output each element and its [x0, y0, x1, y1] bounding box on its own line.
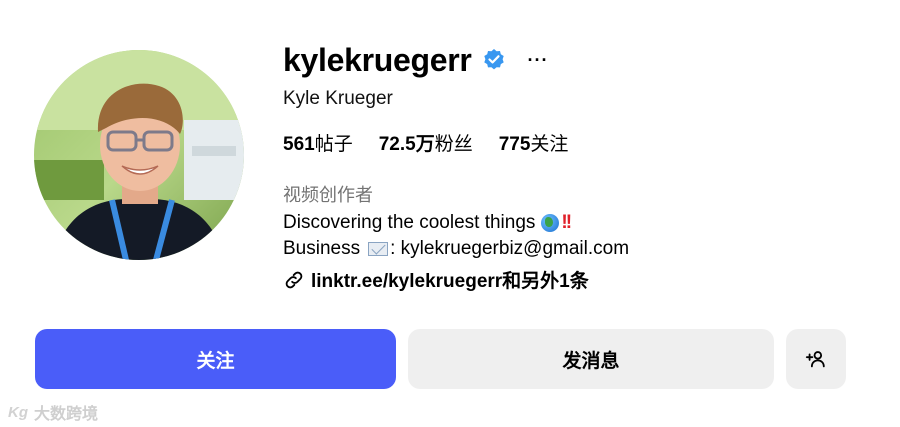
username: kylekruegerr: [283, 41, 472, 78]
follow-button-label: 关注: [196, 350, 235, 372]
profile-info: kylekruegerr ··· Kyle Krueger 561帖子 72.5…: [283, 36, 883, 293]
follow-button[interactable]: 关注: [35, 329, 396, 389]
more-options-icon[interactable]: ···: [528, 51, 549, 69]
bio-line-1: Discovering the coolest things !!: [283, 212, 572, 234]
avatar-image: [34, 50, 244, 260]
profile-page: kylekruegerr ··· Kyle Krueger 561帖子 72.5…: [0, 0, 900, 427]
bio-business-label: Business: [283, 238, 361, 259]
profile-link-text: linktr.ee/kylekruegerr和另外1条: [311, 271, 589, 292]
watermark: Kg 大数跨境: [8, 400, 98, 424]
bio-business-email: : kylekruegerbiz@gmail.com: [390, 238, 630, 259]
following-count: 775: [498, 134, 531, 155]
add-person-icon: [805, 351, 825, 368]
double-exclamation-emoji: !!: [561, 212, 572, 233]
suggested-accounts-button[interactable]: [786, 329, 846, 389]
link-icon: [285, 271, 303, 288]
profile-category: 视频创作者: [283, 185, 373, 205]
following-stat[interactable]: 775关注: [499, 129, 569, 156]
posts-count: 561: [283, 134, 315, 155]
posts-stat: 561帖子: [283, 129, 353, 156]
followers-count: 72.5万: [378, 134, 435, 155]
globe-emoji-icon: [541, 214, 560, 232]
watermark-logo: Kg: [8, 403, 28, 421]
watermark-text: 大数跨境: [34, 406, 99, 423]
posts-label: 帖子: [314, 134, 353, 155]
followers-label: 粉丝: [434, 134, 473, 155]
envelope-emoji-icon: [368, 242, 389, 256]
followers-stat[interactable]: 72.5万粉丝: [379, 129, 473, 156]
username-row: kylekruegerr ···: [283, 36, 883, 84]
full-name: Kyle Krueger: [283, 88, 393, 109]
profile-stats: 561帖子 72.5万粉丝 775关注: [283, 129, 568, 156]
message-button-label: 发消息: [562, 350, 620, 372]
bio-line-1-text: Discovering the coolest things: [283, 212, 536, 233]
profile-avatar[interactable]: [34, 50, 244, 260]
following-label: 关注: [530, 134, 569, 155]
message-button[interactable]: 发消息: [408, 329, 774, 389]
bio-line-2: Business : kylekruegerbiz@gmail.com: [283, 238, 629, 260]
verified-badge-icon: [482, 48, 506, 72]
profile-link[interactable]: linktr.ee/kylekruegerr和另外1条: [283, 266, 589, 293]
